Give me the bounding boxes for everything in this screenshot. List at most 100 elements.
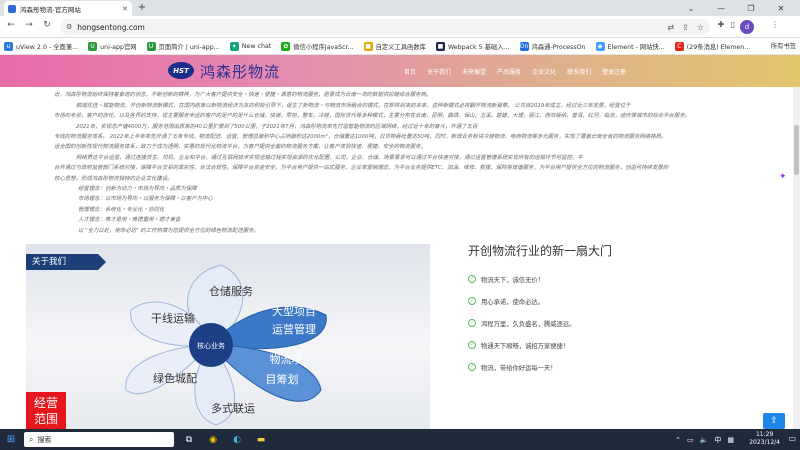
slogan-text: 鸿程万里，久负盛名，腾威逐远。 xyxy=(481,320,576,328)
task-view-icon[interactable]: ⧉ xyxy=(180,432,198,447)
new-tab-icon[interactable]: + xyxy=(136,2,148,13)
tab-search-chevron-icon[interactable]: ⌄ xyxy=(680,0,702,16)
site-logo[interactable]: HST xyxy=(168,62,194,79)
site-menu-item[interactable]: 首页 xyxy=(404,67,416,76)
browser-tab-active[interactable]: 鸿森彤物流-官方网站 ✕ xyxy=(4,1,132,16)
site-info-icon[interactable]: ⚙ xyxy=(66,23,72,31)
edge-icon[interactable]: ◐ xyxy=(228,432,246,447)
windows-taskbar: ⊞ ⌕ 搜索 ⧉ ◉ ◐ ▬ ⌃ ▭ 🔈 中 ▦ 11:29 2023/12/4… xyxy=(0,429,800,450)
ai-sparkle-icon[interactable]: ✦ xyxy=(779,172,787,182)
bookmark-item[interactable]: ◆ Element - 网站快... xyxy=(595,41,665,51)
bookmark-icon: ◆ xyxy=(595,41,605,51)
slogan-text: 物流天下，诚信无价！ xyxy=(481,276,544,284)
back-to-top-button[interactable]: ⇧ xyxy=(763,413,785,429)
bookmark-item[interactable]: ✦ New chat xyxy=(229,41,271,51)
share-icon[interactable]: ⇪ xyxy=(682,23,689,32)
bookmark-label: (29条消息) Elemen... xyxy=(686,43,751,51)
slogan-item: ✓ 用心承诺，使命必达。 xyxy=(468,290,575,312)
intro-line: 市场理念：以市场为导向・以服务为保障・以客户为中心 xyxy=(78,196,213,203)
bookmark-item[interactable]: u uView 2.0 - 全面兼... xyxy=(4,41,79,51)
intro-line: 市场的考验，客户的信任，以及各界的支持，现主要服务米运的客户的足户的足什么仓储，… xyxy=(54,113,691,120)
petal-label-planning-2: 目筹划 xyxy=(266,372,299,386)
bookmark-label: 页面简介 | uni-app... xyxy=(158,43,220,51)
side-panel-icon[interactable]: ▯ xyxy=(726,20,740,29)
bookmark-item[interactable]: Uuni-app官网 xyxy=(88,41,137,51)
slogan-text: 用心承诺，使命必达。 xyxy=(481,298,544,306)
check-circle-icon: ✓ xyxy=(468,363,476,371)
back-icon[interactable]: ← xyxy=(4,20,18,30)
bookmark-icon: ✿ xyxy=(281,41,291,51)
site-menu-item[interactable]: 登录注册 xyxy=(602,67,626,76)
slogan-item: ✓ 鸿程万里，久负盛名，腾威逐远。 xyxy=(468,312,575,334)
windows-start-icon[interactable]: ⊞ xyxy=(0,429,22,450)
reload-icon[interactable]: ↻ xyxy=(40,20,54,30)
close-window-icon[interactable]: ✕ xyxy=(770,0,792,16)
chrome-icon[interactable]: ◉ xyxy=(204,432,222,447)
intro-line: 核心思想，形成鸿森彤物流独特的企业文化建设。 xyxy=(54,175,173,182)
taskbar-search[interactable]: ⌕ 搜索 xyxy=(24,432,174,447)
site-menu-item[interactable]: 未来展望 xyxy=(462,67,486,76)
url-text[interactable]: hongsentong.com xyxy=(77,23,659,32)
minimize-window-icon[interactable]: — xyxy=(710,0,732,16)
grid-icon[interactable]: ▦ xyxy=(727,436,734,444)
site-menu-item[interactable]: 产品服务 xyxy=(497,67,521,76)
bookmark-icon: On xyxy=(519,41,529,51)
intro-line: 台开通过与政府监管部门系统对接，保障平台交易的真实性、合法合规性。保障平台资金安… xyxy=(54,165,669,172)
page-scrollbar-thumb[interactable] xyxy=(794,125,799,175)
intro-line: 经营理念：创新为动力・市场为导向・品质为保障 xyxy=(78,186,197,193)
ime-indicator[interactable]: 中 xyxy=(714,435,721,445)
menu-dots-icon[interactable]: ⋮ xyxy=(768,20,782,29)
petal-label-big-project-2: 运营管理 xyxy=(272,322,316,336)
clock[interactable]: 11:29 2023/12/4 xyxy=(749,431,780,447)
bookmark-item[interactable]: ■ 自定义工具函数库 xyxy=(363,41,426,51)
bookmark-star-icon[interactable]: ☆ xyxy=(697,23,704,32)
check-circle-icon: ✓ xyxy=(468,341,476,349)
all-bookmarks[interactable]: 所有书签 xyxy=(771,41,796,50)
bookmarks-bar: u uView 2.0 - 全面兼... Uuni-app官网 U 页面简介 | uni… xyxy=(0,38,800,55)
bookmark-label: uni-app官网 xyxy=(100,43,137,51)
intro-line: 网络贯达平台运营，通过连接货主、司机、企业和平台，通过互联网技术实现运输过程实现… xyxy=(76,154,583,161)
bookmark-icon: u xyxy=(4,41,13,51)
bookmark-label: 鸿森通-ProcessOn xyxy=(531,43,586,51)
network-icon[interactable]: ▭ xyxy=(687,436,694,444)
site-header: HST 鸿森彤物流 首页 关于我们 未来展望 产品服务 企业文化 联系我们 登录注册 xyxy=(0,55,800,87)
slogan-list: ✓ 物流天下，诚信无价！ ✓ 用心承诺，使命必达。 ✓ 鸿程万里，久负盛名，腾威逐远。 ✓ 物… xyxy=(468,268,575,378)
tray-chevron-icon[interactable]: ⌃ xyxy=(675,436,681,444)
browser-toolbar: ← → ↻ ⚙ hongsentong.com ⇄ ⇪ ☆ ✚ ▯ d ⋮ xyxy=(0,16,800,38)
bookmark-label: uView 2.0 - 全面兼... xyxy=(16,43,79,51)
volume-icon[interactable]: 🔈 xyxy=(700,436,709,444)
forward-icon[interactable]: → xyxy=(22,20,36,30)
site-brand[interactable]: 鸿森彤物流 xyxy=(200,61,280,82)
bookmark-item[interactable]: On 鸿森通-ProcessOn xyxy=(519,41,586,51)
page-scrollbar[interactable] xyxy=(793,55,800,429)
bookmark-icon: U xyxy=(88,41,98,51)
check-circle-icon: ✓ xyxy=(468,319,476,327)
bookmark-item[interactable]: ■ Webpack 5 基础入... xyxy=(435,41,510,51)
translate-icon[interactable]: ⇄ xyxy=(667,23,674,32)
site-menu-item[interactable]: 企业文化 xyxy=(532,67,556,76)
bookmark-icon: U xyxy=(146,41,156,51)
address-bar[interactable]: ⚙ hongsentong.com ⇄ ⇪ ☆ xyxy=(60,19,710,35)
bookmark-item[interactable]: U 页面简介 | uni-app... xyxy=(146,41,220,51)
bookmark-item[interactable]: C (29条消息) Elemen... xyxy=(674,41,751,51)
bookmark-icon: ✦ xyxy=(229,41,239,51)
intro-line: 出，鸿森彤物流始终保持着奋进的状态，不断创新的精神，为广大客户提供安全・快速・便… xyxy=(54,92,432,99)
clock-time: 11:29 xyxy=(755,431,774,438)
bookmark-item[interactable]: ✿ 微信小程序JavaScr... xyxy=(281,41,354,51)
site-menu-item[interactable]: 联系我们 xyxy=(567,67,591,76)
close-tab-icon[interactable]: ✕ xyxy=(122,5,128,13)
notification-icon[interactable]: ▭ xyxy=(788,434,796,443)
profile-avatar[interactable]: d xyxy=(740,20,754,34)
intro-line: 以 "全力以赴，使命必达" 的工作热情为您提供全方位的绿色物流配送服务。 xyxy=(78,227,259,234)
site-menu-item[interactable]: 关于我们 xyxy=(427,67,451,76)
restore-window-icon[interactable]: ❐ xyxy=(740,0,762,16)
file-explorer-icon[interactable]: ▬ xyxy=(252,432,270,447)
petal-label-green-city: 绿色城配 xyxy=(153,371,197,385)
petal-label-trunk: 干线运输 xyxy=(151,311,195,325)
business-flower-diagram: 核心业务 仓储服务 干线运输 绿色城配 多式联运 大型项目 运营管理 物流项 目… xyxy=(125,264,327,426)
petal-label-multimodal: 多式联运 xyxy=(211,401,255,415)
slogan-text: 物通天下顺畅，诚招万家便捷！ xyxy=(481,342,570,350)
slogan-text: 物流，带给你好运每一天！ xyxy=(481,364,557,372)
web-page: HST 鸿森彤物流 首页 关于我们 未来展望 产品服务 企业文化 联系我们 登录注册 公司成… xyxy=(0,55,800,429)
petal-label-planning-1: 物流项 xyxy=(270,352,303,366)
